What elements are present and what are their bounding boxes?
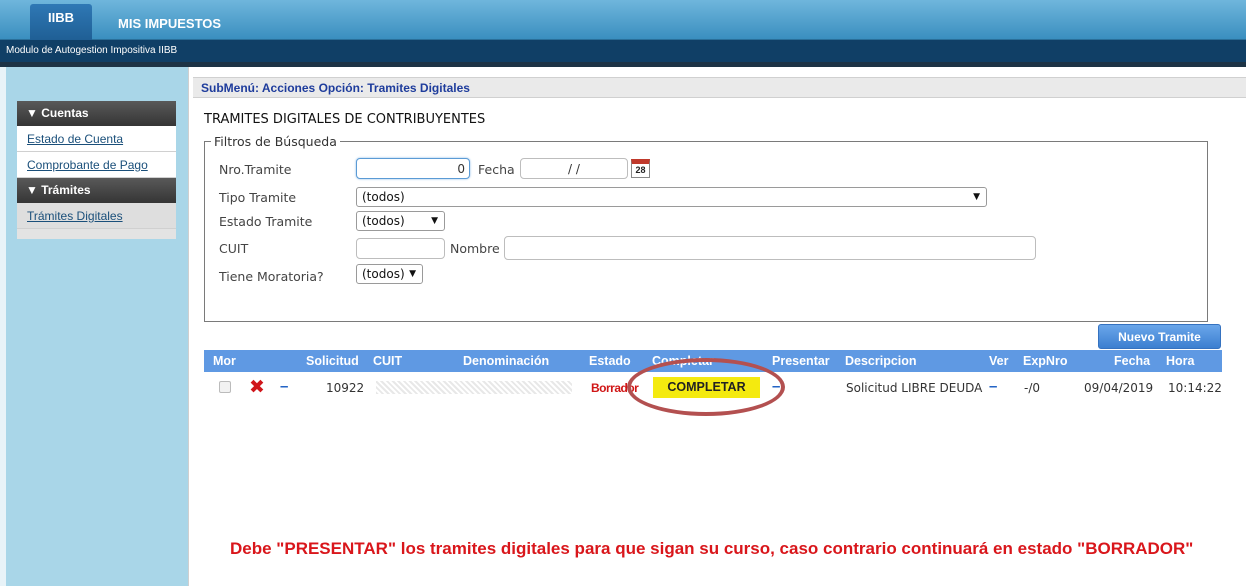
- col-hora[interactable]: Hora: [1166, 354, 1194, 368]
- sidebar-section-cuentas[interactable]: ▼ Cuentas: [17, 101, 176, 126]
- highlight-oval: [627, 358, 785, 416]
- chevron-down-icon: ▼: [431, 216, 438, 226]
- nombre-label: Nombre: [450, 241, 500, 256]
- descripcion-cell: Solicitud LIBRE DEUDA: [846, 381, 983, 395]
- redacted-cuit-denominacion: [376, 381, 572, 394]
- col-cuit[interactable]: CUIT: [373, 354, 402, 368]
- tab-mis-impuestos[interactable]: MIS IMPUESTOS: [118, 16, 221, 31]
- cuit-input[interactable]: [356, 238, 445, 259]
- ver-icon[interactable]: –: [989, 378, 997, 395]
- solicitud-cell: 10922: [326, 381, 365, 395]
- sidebar-menu: ▼ Cuentas Estado de Cuenta Comprobante d…: [17, 101, 176, 239]
- breadcrumb-text: SubMenú: Acciones Opción: Tramites Digit…: [201, 81, 470, 95]
- col-fecha[interactable]: Fecha: [1114, 354, 1150, 368]
- hora-cell: 10:14:22: [1168, 381, 1222, 395]
- col-expnro[interactable]: ExpNro: [1023, 354, 1067, 368]
- chevron-down-icon: ▼: [973, 192, 980, 202]
- module-bar: Modulo de Autogestion Impositiva IIBB: [0, 40, 1246, 62]
- breadcrumb: SubMenú: Acciones Opción: Tramites Digit…: [193, 77, 1246, 98]
- sidebar-item-estado-de-cuenta[interactable]: Estado de Cuenta: [17, 126, 176, 152]
- sidebar-edge: [0, 67, 6, 586]
- col-denominacion[interactable]: Denominación: [463, 354, 549, 368]
- sidebar-link-estado-de-cuenta[interactable]: Estado de Cuenta: [27, 132, 123, 146]
- nro-tramite-input[interactable]: [356, 158, 470, 179]
- nombre-input[interactable]: [504, 236, 1036, 260]
- fecha-input[interactable]: [520, 158, 628, 179]
- tab-iibb[interactable]: IIBB: [30, 4, 92, 40]
- fecha-label: Fecha: [478, 162, 515, 177]
- edit-dash-icon[interactable]: –: [280, 378, 288, 395]
- sidebar-section-tramites[interactable]: ▼ Trámites: [17, 178, 176, 203]
- col-ver[interactable]: Ver: [989, 354, 1008, 368]
- sidebar-item-comprobante-de-pago[interactable]: Comprobante de Pago: [17, 152, 176, 178]
- nuevo-tramite-button[interactable]: Nuevo Tramite: [1098, 324, 1221, 349]
- cuit-label: CUIT: [219, 241, 249, 256]
- instruction-note: Debe "PRESENTAR" los tramites digitales …: [230, 539, 1194, 558]
- col-estado[interactable]: Estado: [589, 354, 631, 368]
- chevron-down-icon: ▼: [409, 269, 416, 279]
- estado-tramite-value: (todos): [362, 214, 405, 228]
- sidebar-link-comprobante-de-pago[interactable]: Comprobante de Pago: [27, 158, 148, 172]
- moratoria-label: Tiene Moratoria?: [219, 269, 324, 284]
- mor-checkbox[interactable]: [219, 381, 231, 393]
- tipo-tramite-value: (todos): [362, 190, 405, 204]
- sidebar-item-tramites-digitales[interactable]: Trámites Digitales: [17, 203, 176, 229]
- tipo-tramite-select[interactable]: (todos) ▼: [356, 187, 987, 207]
- nro-tramite-label: Nro.Tramite: [219, 162, 292, 177]
- delete-icon[interactable]: ✖: [249, 376, 265, 398]
- col-descripcion[interactable]: Descripcion: [845, 354, 917, 368]
- page-title: TRAMITES DIGITALES DE CONTRIBUYENTES: [204, 112, 486, 127]
- estado-tramite-label: Estado Tramite: [219, 214, 313, 229]
- module-subtitle: Modulo de Autogestion Impositiva IIBB: [6, 45, 178, 56]
- col-solicitud[interactable]: Solicitud: [306, 354, 359, 368]
- estado-tramite-select[interactable]: (todos) ▼: [356, 211, 445, 231]
- col-presentar[interactable]: Presentar: [772, 354, 830, 368]
- col-mor[interactable]: Mor: [213, 354, 236, 368]
- sidebar-menu-footer: [17, 229, 176, 239]
- calendar-icon[interactable]: 28: [631, 159, 650, 178]
- fecha-cell: 09/04/2019: [1084, 381, 1154, 395]
- sidebar-link-tramites-digitales[interactable]: Trámites Digitales: [27, 209, 123, 223]
- filters-legend: Filtros de Búsqueda: [214, 134, 337, 149]
- search-filters: Filtros de Búsqueda: [204, 134, 1208, 322]
- expnro-cell: -/0: [1024, 381, 1041, 395]
- moratoria-value: (todos): [362, 267, 405, 281]
- tipo-tramite-label: Tipo Tramite: [219, 190, 297, 205]
- moratoria-select[interactable]: (todos) ▼: [356, 264, 423, 284]
